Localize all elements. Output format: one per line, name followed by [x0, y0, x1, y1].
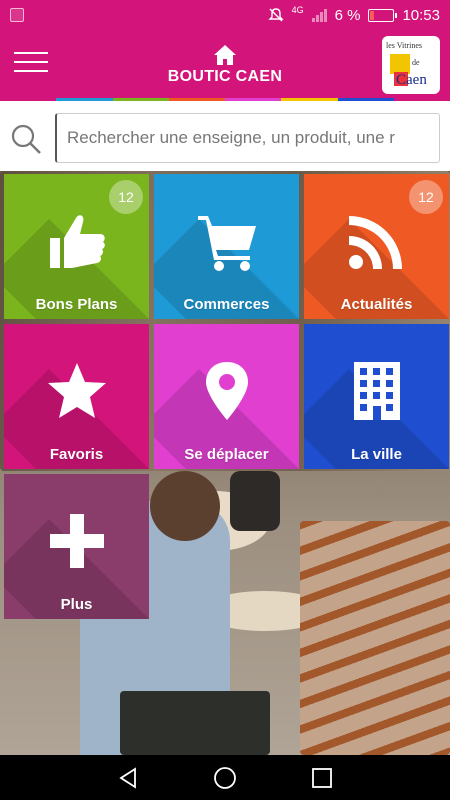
thumbs-up-icon — [50, 215, 105, 268]
clock: 10:53 — [402, 6, 440, 24]
search-bar — [0, 101, 450, 171]
tile-badge: 12 — [409, 180, 443, 214]
tile-label: Favoris — [49, 446, 104, 463]
map-pin-icon — [206, 362, 248, 420]
cart-icon — [198, 216, 256, 271]
tile-favoris[interactable]: Favoris — [4, 324, 149, 469]
tile-label: La ville — [351, 446, 402, 463]
tile-la-ville[interactable]: La ville — [304, 324, 449, 469]
recent-apps-icon — [311, 767, 332, 788]
tile-label: Plus — [60, 596, 93, 613]
system-nav-bar — [0, 755, 450, 800]
network-type: 4G — [291, 5, 304, 15]
battery-icon — [368, 8, 398, 22]
tile-bons-plans[interactable]: 12 Bons Plans — [4, 174, 149, 319]
vitrines-de-caen-logo[interactable]: les Vitrines de Caen — [382, 36, 440, 94]
tile-badge: 12 — [109, 180, 143, 214]
building-icon — [354, 362, 400, 420]
tile-label: Actualités — [340, 296, 413, 313]
tile-actualites[interactable]: 12 Actualités — [304, 174, 449, 319]
search-icon[interactable] — [8, 121, 44, 157]
signal-icon — [311, 8, 327, 22]
recent-apps-button[interactable] — [307, 763, 337, 793]
mute-icon — [267, 8, 284, 22]
back-icon — [119, 766, 137, 789]
tile-commerces[interactable]: Commerces — [154, 174, 299, 319]
notification-image-icon — [10, 8, 24, 22]
tile-label: Bons Plans — [35, 296, 118, 313]
home-icon[interactable] — [213, 44, 237, 66]
rss-icon — [349, 216, 402, 269]
tile-se-deplacer[interactable]: Se déplacer — [154, 324, 299, 469]
tile-label: Se déplacer — [184, 446, 269, 463]
status-bar: 4G 6 % 10:53 — [0, 0, 450, 30]
home-button[interactable] — [210, 763, 240, 793]
back-button[interactable] — [113, 763, 143, 793]
tile-label: Commerces — [183, 296, 270, 313]
status-icons: 4G 6 % 10:53 — [267, 5, 440, 24]
search-input[interactable] — [55, 113, 440, 163]
home-circle-icon — [214, 766, 236, 789]
star-icon — [48, 363, 106, 418]
tile-plus[interactable]: Plus — [4, 474, 149, 619]
battery-percent: 6 % — [334, 6, 361, 24]
plus-icon — [50, 514, 104, 568]
app-header: BOUTIC CAEN les Vitrines de Caen — [0, 30, 450, 100]
